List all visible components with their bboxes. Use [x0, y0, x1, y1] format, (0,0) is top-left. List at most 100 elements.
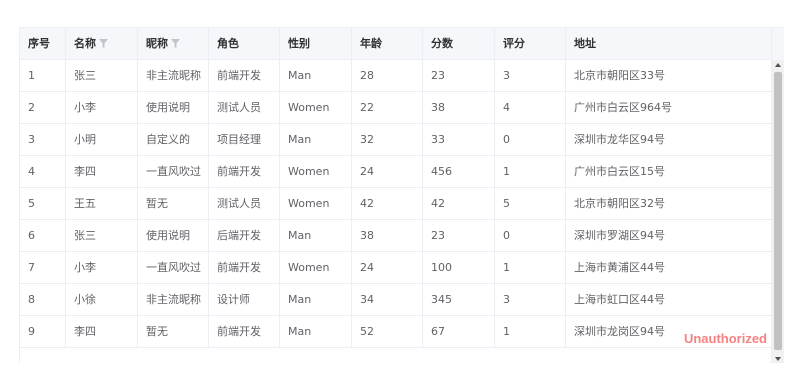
table-row[interactable]: 6 张三 使用说明 后端开发 Man 38 23 0 深圳市罗湖区94号: [20, 220, 772, 252]
cell-nickname: 自定义的: [138, 124, 209, 156]
cell-gender: Women: [280, 252, 352, 284]
cell-gender: Man: [280, 284, 352, 316]
column-header-label: 评分: [503, 37, 525, 50]
column-header-nickname[interactable]: 昵称: [138, 28, 209, 60]
column-header-label: 名称: [74, 37, 96, 50]
cell-age: 32: [352, 124, 423, 156]
cell-name: 张三: [66, 60, 138, 92]
cell-role: 前端开发: [209, 316, 280, 348]
column-header-index: 序号: [20, 28, 66, 60]
cell-score: 23: [423, 220, 495, 252]
cell-name: 小李: [66, 92, 138, 124]
cell-gender: Man: [280, 124, 352, 156]
cell-nickname: 非主流昵称: [138, 60, 209, 92]
cell-score: 23: [423, 60, 495, 92]
cell-nickname: 使用说明: [138, 220, 209, 252]
cell-rating: 3: [495, 60, 566, 92]
cell-age: 22: [352, 92, 423, 124]
scrollbar-thumb[interactable]: [774, 72, 782, 350]
cell-age: 42: [352, 188, 423, 220]
column-header-score: 分数: [423, 28, 495, 60]
cell-age: 34: [352, 284, 423, 316]
cell-address: 上海市黄浦区44号: [566, 252, 772, 284]
cell-name: 小明: [66, 124, 138, 156]
scroll-up-icon[interactable]: [775, 63, 781, 67]
cell-score: 100: [423, 252, 495, 284]
cell-nickname: 一直风吹过: [138, 252, 209, 284]
cell-index: 6: [20, 220, 66, 252]
cell-nickname: 一直风吹过: [138, 156, 209, 188]
cell-rating: 3: [495, 284, 566, 316]
cell-gender: Man: [280, 220, 352, 252]
cell-age: 24: [352, 252, 423, 284]
column-header-label: 分数: [431, 37, 453, 50]
cell-index: 3: [20, 124, 66, 156]
table-row[interactable]: 4 李四 一直风吹过 前端开发 Women 24 456 1 广州市白云区15号: [20, 156, 772, 188]
column-header-label: 年龄: [360, 37, 382, 50]
cell-score: 33: [423, 124, 495, 156]
cell-name: 张三: [66, 220, 138, 252]
cell-address: 北京市朝阳区32号: [566, 188, 772, 220]
cell-rating: 1: [495, 252, 566, 284]
cell-role: 前端开发: [209, 156, 280, 188]
cell-rating: 1: [495, 316, 566, 348]
cell-gender: Man: [280, 316, 352, 348]
cell-gender: Women: [280, 156, 352, 188]
cell-age: 28: [352, 60, 423, 92]
cell-name: 小徐: [66, 284, 138, 316]
cell-role: 测试人员: [209, 92, 280, 124]
cell-index: 1: [20, 60, 66, 92]
cell-score: 42: [423, 188, 495, 220]
cell-address: 上海市虹口区44号: [566, 284, 772, 316]
cell-role: 测试人员: [209, 188, 280, 220]
table-row[interactable]: 5 王五 暂无 测试人员 Women 42 42 5 北京市朝阳区32号: [20, 188, 772, 220]
scroll-down-icon[interactable]: [775, 357, 781, 361]
table-row-partial[interactable]: [20, 348, 772, 363]
filter-icon[interactable]: [99, 29, 108, 60]
watermark-text: Unauthorized: [683, 331, 767, 346]
table-row[interactable]: 3 小明 自定义的 项目经理 Man 32 33 0 深圳市龙华区94号: [20, 124, 772, 156]
cell-address: 北京市朝阳区33号: [566, 60, 772, 92]
cell-score: 38: [423, 92, 495, 124]
header-scroll-gutter: [771, 28, 784, 60]
cell-gender: Women: [280, 92, 352, 124]
cell-index: 9: [20, 316, 66, 348]
cell-address: 广州市白云区964号: [566, 92, 772, 124]
column-header-label: 序号: [28, 37, 50, 50]
table-row[interactable]: 9 李四 暂无 前端开发 Man 52 67 1 深圳市龙岗区94号: [20, 316, 772, 348]
cell-rating: 0: [495, 220, 566, 252]
column-header-label: 角色: [217, 37, 239, 50]
cell-role: 前端开发: [209, 252, 280, 284]
cell-gender: Women: [280, 188, 352, 220]
cell-role: 前端开发: [209, 60, 280, 92]
cell-name: 李四: [66, 156, 138, 188]
filter-icon[interactable]: [171, 29, 180, 60]
table-row[interactable]: 7 小李 一直风吹过 前端开发 Women 24 100 1 上海市黄浦区44号: [20, 252, 772, 284]
column-header-rating: 评分: [495, 28, 566, 60]
table-row[interactable]: 2 小李 使用说明 测试人员 Women 22 38 4 广州市白云区964号: [20, 92, 772, 124]
cell-score: 456: [423, 156, 495, 188]
cell-name: 王五: [66, 188, 138, 220]
cell-gender: Man: [280, 60, 352, 92]
cell-age: 52: [352, 316, 423, 348]
cell-rating: 1: [495, 156, 566, 188]
table-row[interactable]: 1 张三 非主流昵称 前端开发 Man 28 23 3 北京市朝阳区33号: [20, 60, 772, 92]
table-row[interactable]: 8 小徐 非主流昵称 设计师 Man 34 345 3 上海市虹口区44号: [20, 284, 772, 316]
cell-role: 项目经理: [209, 124, 280, 156]
cell-role: 设计师: [209, 284, 280, 316]
column-header-address: 地址: [566, 28, 772, 60]
cell-index: 7: [20, 252, 66, 284]
cell-address: 深圳市龙华区94号: [566, 124, 772, 156]
cell-nickname: 非主流昵称: [138, 284, 209, 316]
cell-address: 广州市白云区15号: [566, 156, 772, 188]
vertical-scrollbar[interactable]: [771, 60, 784, 363]
cell-rating: 5: [495, 188, 566, 220]
cell-index: 2: [20, 92, 66, 124]
cell-age: 24: [352, 156, 423, 188]
cell-age: 38: [352, 220, 423, 252]
column-header-label: 地址: [574, 37, 596, 50]
column-header-name[interactable]: 名称: [66, 28, 138, 60]
cell-score: 345: [423, 284, 495, 316]
cell-score: 67: [423, 316, 495, 348]
cell-name: 李四: [66, 316, 138, 348]
